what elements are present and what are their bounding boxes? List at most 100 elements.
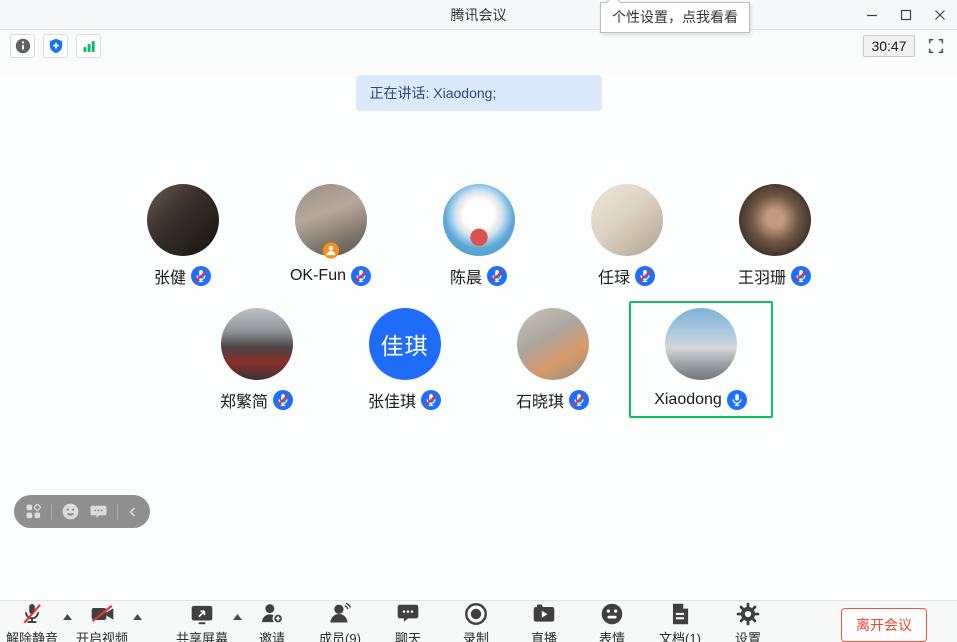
toolbar-item-live[interactable]: 直播 xyxy=(516,602,572,642)
participant-avatar xyxy=(443,184,515,256)
window-controls xyxy=(855,0,957,30)
mic-muted-icon xyxy=(19,601,45,627)
participant-avatar xyxy=(295,184,367,256)
meeting-subheader: 30:47 xyxy=(0,30,957,62)
mic-status-icon xyxy=(421,390,441,410)
participant-tile[interactable]: 佳琪 张佳琪 xyxy=(333,301,477,418)
signal-bars-icon xyxy=(81,38,97,54)
layout-grid-icon xyxy=(25,503,42,520)
close-button[interactable] xyxy=(923,0,957,30)
participant-tile[interactable]: OK-Fun xyxy=(259,177,403,294)
chat-bubble-small-icon xyxy=(89,502,108,521)
pill-divider xyxy=(51,504,52,520)
participant-avatar xyxy=(665,308,737,380)
caret-up-icon xyxy=(233,614,242,620)
participant-avatar xyxy=(221,308,293,380)
titlebar: 腾讯会议 xyxy=(0,0,957,30)
mic-status-icon xyxy=(351,266,371,286)
participant-avatar: 佳琪 xyxy=(369,308,441,380)
participant-row-1: 张健 OK-Fun xyxy=(0,177,957,294)
chevron-left-icon xyxy=(127,506,139,518)
caret-up-icon xyxy=(63,614,72,620)
fullscreen-button[interactable] xyxy=(925,35,947,57)
mic-status-icon xyxy=(791,266,811,286)
participant-tile[interactable]: 陈晨 xyxy=(407,177,551,294)
participant-name: 郑繁简 xyxy=(220,388,268,412)
participant-tile[interactable]: 郑繁简 xyxy=(185,301,329,418)
participant-avatar xyxy=(517,308,589,380)
participant-tile[interactable]: 石晓琪 xyxy=(481,301,625,418)
active-speaker-banner: 正在讲话: Xiaodong; xyxy=(356,75,602,111)
toolbar-item-mute[interactable]: 解除静音 xyxy=(4,602,60,642)
toolbar-caret-share[interactable] xyxy=(230,605,244,642)
guest-badge-icon xyxy=(322,242,339,259)
participants-area: 正在讲话: Xiaodong; 张健 xyxy=(0,75,957,600)
toolbar-item-members[interactable]: 成员(9) xyxy=(312,602,368,642)
participant-name: 任琭 xyxy=(598,264,630,288)
security-shield-button[interactable] xyxy=(43,34,68,58)
toolbar-caret-video[interactable] xyxy=(130,605,144,642)
close-icon xyxy=(934,9,946,21)
toolbar-item-docs[interactable]: 文档(1) xyxy=(652,602,708,642)
toolbar-item-emoji[interactable]: 表情 xyxy=(584,602,640,642)
participant-name: 王羽珊 xyxy=(738,264,786,288)
camera-off-icon xyxy=(89,601,116,627)
minimize-icon xyxy=(866,9,878,21)
mic-status-icon xyxy=(487,266,507,286)
invite-person-icon xyxy=(259,601,285,627)
participant-name: 石晓琪 xyxy=(516,388,564,412)
mic-status-icon xyxy=(727,390,747,410)
toolbar-item-chat[interactable]: 聊天 xyxy=(380,602,436,642)
participant-row-2: 郑繁简 佳琪 张佳琪 xyxy=(0,301,957,418)
record-icon xyxy=(463,601,489,627)
emoji-icon xyxy=(599,601,625,627)
caret-up-icon xyxy=(133,614,142,620)
participant-name: Xiaodong xyxy=(654,391,722,409)
participant-tile[interactable]: 张健 xyxy=(111,177,255,294)
leave-meeting-button[interactable]: 离开会议 xyxy=(841,608,927,642)
mic-status-icon xyxy=(635,266,655,286)
participant-avatar xyxy=(147,184,219,256)
participant-avatar xyxy=(591,184,663,256)
caption-chat-button[interactable] xyxy=(89,502,108,521)
toolbar-item-invite[interactable]: 邀请 xyxy=(244,602,300,642)
fullscreen-icon xyxy=(927,37,945,55)
toolbar-item-share[interactable]: 共享屏幕 xyxy=(174,602,230,642)
settings-tooltip[interactable]: 个性设置，点我看看 xyxy=(600,2,750,33)
participant-tile[interactable]: 任琭 xyxy=(555,177,699,294)
emoji-reaction-button[interactable] xyxy=(61,502,80,521)
meeting-window: 腾讯会议 个性设置，点我看看 xyxy=(0,0,957,642)
participant-name: 张佳琪 xyxy=(368,388,416,412)
share-screen-icon xyxy=(189,601,215,627)
meeting-timer: 30:47 xyxy=(863,35,915,57)
smiley-icon xyxy=(61,502,80,521)
bottom-toolbar: 解除静音 开启视频 共享屏幕 邀请 成员(9) xyxy=(0,600,957,642)
toolbar-item-settings[interactable]: 设置 xyxy=(720,602,776,642)
maximize-button[interactable] xyxy=(889,0,923,30)
meeting-info-button[interactable] xyxy=(10,34,35,58)
pill-divider xyxy=(117,504,118,520)
minimize-button[interactable] xyxy=(855,0,889,30)
mic-status-icon xyxy=(273,390,293,410)
mic-status-icon xyxy=(191,266,211,286)
document-icon xyxy=(667,601,693,627)
participant-tile[interactable]: 王羽珊 xyxy=(703,177,847,294)
info-icon xyxy=(15,38,31,54)
layout-grid-button[interactable] xyxy=(25,503,42,520)
live-stream-icon xyxy=(531,601,557,627)
collapse-chevron-button[interactable] xyxy=(127,506,139,518)
toolbar-item-video[interactable]: 开启视频 xyxy=(74,602,130,642)
participant-avatar xyxy=(739,184,811,256)
mic-status-icon xyxy=(569,390,589,410)
floating-tools-pill xyxy=(14,495,150,528)
participant-name: 张健 xyxy=(154,264,186,288)
shield-plus-icon xyxy=(48,38,64,54)
toolbar-item-record[interactable]: 录制 xyxy=(448,602,504,642)
network-signal-button[interactable] xyxy=(76,34,101,58)
toolbar-caret-mute[interactable] xyxy=(60,605,74,642)
members-icon xyxy=(327,601,353,627)
participant-name: 陈晨 xyxy=(450,264,482,288)
participant-name: OK-Fun xyxy=(290,267,346,285)
chat-bubble-icon xyxy=(395,601,421,627)
participant-tile[interactable]: Xiaodong xyxy=(629,301,773,418)
